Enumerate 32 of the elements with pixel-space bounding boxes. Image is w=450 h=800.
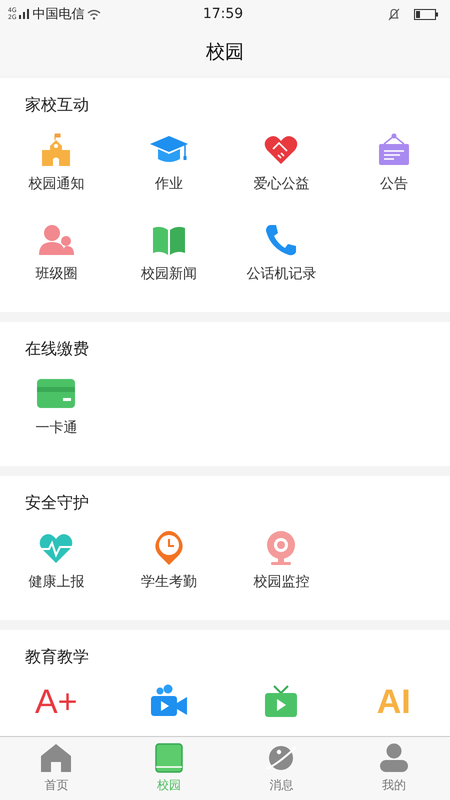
planet-icon xyxy=(265,743,298,773)
signal-icon xyxy=(19,9,30,19)
feature-label[interactable]: 一卡通 xyxy=(35,420,78,436)
tv-icon[interactable] xyxy=(263,684,300,720)
wifi-icon xyxy=(87,8,102,20)
tab-item[interactable]: 我的 xyxy=(338,737,450,800)
section-title: 教育教学 xyxy=(24,646,90,668)
feature-label[interactable]: 爱心公益 xyxy=(253,176,310,192)
feature-label[interactable]: 公告 xyxy=(380,176,408,192)
feature-label[interactable]: 校园监控 xyxy=(253,574,310,590)
carrier-name: 中国电信 xyxy=(32,6,84,23)
battery-icon xyxy=(414,8,438,20)
tab-item[interactable]: 首页 xyxy=(0,737,112,800)
feature-label[interactable]: 班级圈 xyxy=(35,266,78,282)
section-title: 家校互动 xyxy=(24,94,90,116)
section-title: 在线缴费 xyxy=(24,338,90,360)
feature-label[interactable]: 作业 xyxy=(154,176,183,192)
feature-label[interactable]: 公话机记录 xyxy=(246,266,316,282)
grade-icon[interactable]: A+ xyxy=(34,684,78,720)
person-icon xyxy=(378,743,409,773)
feature-label[interactable]: 校园通知 xyxy=(28,176,84,192)
clock-time: 17:59 xyxy=(202,6,244,22)
book-icon xyxy=(154,743,184,773)
feature-label[interactable]: 校园新闻 xyxy=(140,266,197,282)
people-icon[interactable] xyxy=(37,222,76,258)
feature-label[interactable]: 学生考勤 xyxy=(140,574,197,590)
feature-label[interactable]: 健康上报 xyxy=(28,574,84,590)
home-icon xyxy=(40,743,72,773)
page-title: 校园 xyxy=(206,40,244,65)
tab-item[interactable]: 消息 xyxy=(225,737,338,800)
section-title: 安全守护 xyxy=(24,492,90,514)
muted-bell-icon xyxy=(388,8,400,20)
